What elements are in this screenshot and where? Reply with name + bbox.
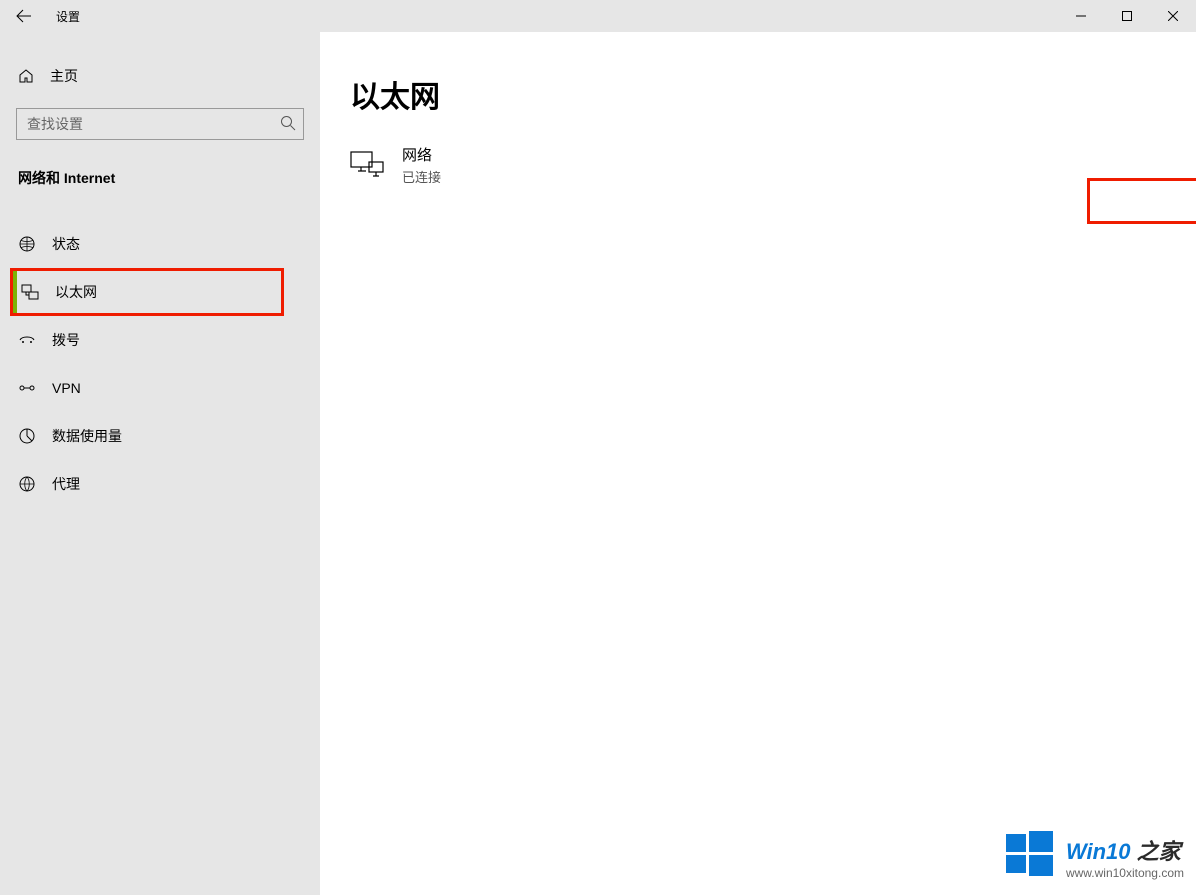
close-icon <box>1168 11 1178 21</box>
sidebar-item-label: 拨号 <box>52 330 80 350</box>
titlebar: 设置 <box>0 0 1196 32</box>
arrow-left-icon <box>16 8 32 24</box>
sidebar-item-dialup[interactable]: 拨号 <box>0 316 320 364</box>
watermark-url: www.win10xitong.com <box>1066 866 1184 880</box>
window-controls <box>1058 0 1196 32</box>
search-wrap <box>16 108 304 140</box>
sidebar-item-proxy[interactable]: 代理 <box>0 460 320 508</box>
dialup-icon <box>18 331 36 349</box>
home-icon <box>18 68 34 84</box>
window-title: 设置 <box>56 8 80 25</box>
sidebar-item-label: 数据使用量 <box>52 426 122 446</box>
sidebar-item-ethernet[interactable]: 以太网 <box>10 268 284 316</box>
sidebar-item-label: 状态 <box>52 234 80 254</box>
network-name: 网络 <box>402 144 441 165</box>
sidebar-item-vpn[interactable]: VPN <box>0 364 320 412</box>
monitor-icon <box>350 151 384 179</box>
minimize-button[interactable] <box>1058 0 1104 32</box>
windows-logo-icon <box>1004 828 1056 885</box>
maximize-icon <box>1122 11 1132 21</box>
link-advanced-sharing[interactable]: 更改高级共享设置 <box>1087 178 1196 224</box>
ethernet-icon <box>21 283 39 301</box>
home-label: 主页 <box>50 66 78 86</box>
sidebar-item-label: 以太网 <box>55 282 97 302</box>
watermark: Win10 之家 www.win10xitong.com <box>1004 828 1184 885</box>
watermark-brand: Win10 之家 <box>1066 834 1184 866</box>
close-button[interactable] <box>1150 0 1196 32</box>
vpn-icon <box>18 379 36 397</box>
sidebar-item-label: VPN <box>52 380 81 396</box>
search-input[interactable] <box>16 108 304 140</box>
minimize-icon <box>1076 11 1086 21</box>
maximize-button[interactable] <box>1104 0 1150 32</box>
network-status: 已连接 <box>402 167 441 186</box>
sidebar-section-title: 网络和 Internet <box>0 152 320 200</box>
sidebar-item-label: 代理 <box>52 474 80 494</box>
home-link[interactable]: 主页 <box>0 56 320 96</box>
datausage-icon <box>18 427 36 445</box>
page-title: 以太网 <box>350 72 1196 116</box>
network-item[interactable]: 网络 已连接 <box>350 144 1196 186</box>
active-indicator <box>13 271 17 313</box>
search-icon <box>280 115 296 136</box>
sidebar: 主页 网络和 Internet 状态 以太网 <box>0 32 320 895</box>
sidebar-item-status[interactable]: 状态 <box>0 220 320 268</box>
sidebar-item-datausage[interactable]: 数据使用量 <box>0 412 320 460</box>
status-icon <box>18 235 36 253</box>
back-button[interactable] <box>0 0 48 32</box>
main-content: 以太网 网络 已连接 相关设置 更改适配器选项 更改高级共享设置 网络和共享中心… <box>320 32 1196 895</box>
proxy-icon <box>18 475 36 493</box>
